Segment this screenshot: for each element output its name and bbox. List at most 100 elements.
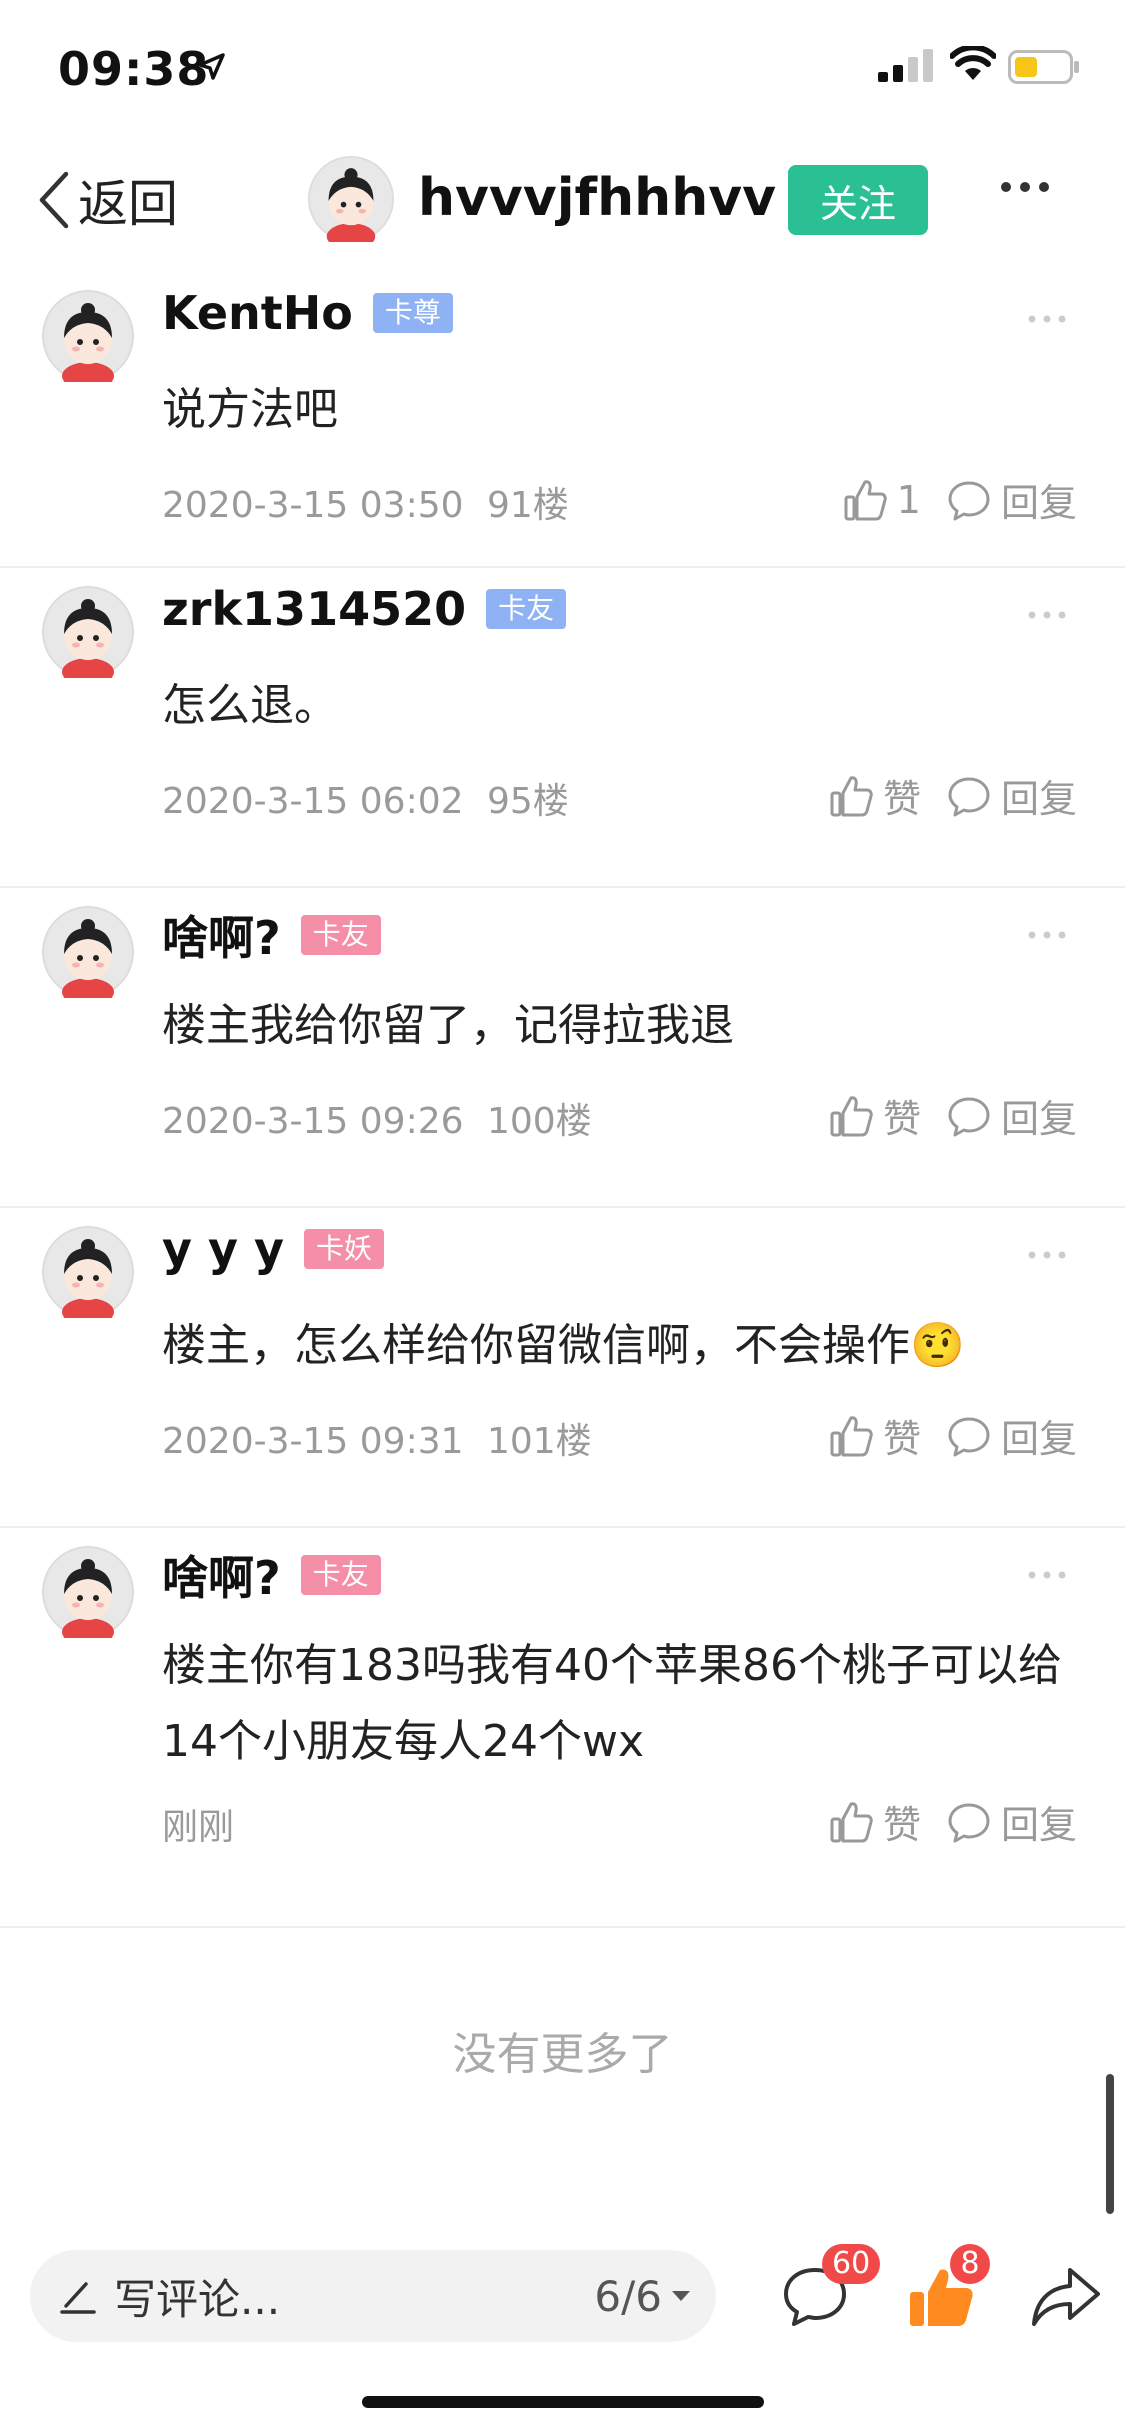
comment-meta: 2020-3-15 09:26 100楼 (162, 1092, 592, 1144)
follow-button[interactable]: 关注 (788, 165, 928, 235)
like-label: 赞 (882, 777, 921, 821)
like-button[interactable]: 赞 (829, 1794, 921, 1849)
more-icon[interactable] (1000, 180, 1050, 194)
comment-author[interactable]: y y y (162, 1222, 284, 1276)
like-button[interactable]: 赞 (829, 1088, 921, 1143)
reply-bubble-icon (948, 481, 990, 520)
comment-actions: 赞 回复 (803, 1794, 1077, 1849)
like-label: 赞 (882, 1417, 921, 1461)
wifi-icon (950, 46, 996, 80)
comment-actions: 赞 回复 (803, 1088, 1077, 1143)
comment-floor: 101楼 (486, 1421, 592, 1462)
reply-label: 回复 (1000, 1097, 1077, 1141)
comment-actions: 1 回复 (817, 472, 1077, 527)
reply-button[interactable]: 回复 (947, 768, 1077, 823)
no-more-label: 没有更多了 (452, 2029, 673, 2080)
comment-item[interactable]: KentHo 卡尊 说方法吧 2020-3-15 03:50 91楼 1 回复 (0, 270, 1125, 568)
reply-bubble-icon (948, 1803, 990, 1842)
comment-author[interactable]: zrk1314520 (162, 582, 466, 636)
caret-down-icon (672, 2291, 690, 2301)
avatar[interactable] (42, 586, 134, 686)
comment-header: 啥啊? 卡友 (162, 1542, 381, 1608)
thumbs-up-icon (830, 1801, 873, 1842)
user-level-badge: 卡友 (300, 1555, 381, 1595)
reply-button[interactable]: 回复 (947, 1408, 1077, 1463)
user-level-badge: 卡妖 (304, 1229, 385, 1269)
comment-time: 2020-3-15 09:26 (162, 1101, 464, 1142)
like-button[interactable]: 赞 (829, 1408, 921, 1463)
comment-more-icon[interactable] (1027, 314, 1067, 324)
comment-placeholder: 写评论... (114, 2274, 281, 2324)
reply-bubble-icon (948, 1097, 990, 1136)
battery-icon (1008, 50, 1079, 84)
scrollbar[interactable] (1106, 2074, 1114, 2214)
comment-meta: 刚刚 (162, 1798, 246, 1850)
like-label: 赞 (882, 1097, 921, 1141)
thumbs-up-icon (830, 1415, 873, 1456)
comment-meta: 2020-3-15 09:31 101楼 (162, 1412, 592, 1464)
comment-time: 刚刚 (162, 1807, 235, 1848)
comment-count-badge: 60 (822, 2244, 881, 2284)
thumbs-up-icon (830, 1095, 873, 1136)
share-button[interactable] (1030, 2264, 1102, 2330)
thumbs-up-icon (844, 479, 887, 520)
comment-item[interactable]: y y y 卡妖 楼主，怎么样给你留微信啊，不会操作🤨 2020-3-15 09… (0, 1206, 1125, 1528)
comment-header: y y y 卡妖 (162, 1222, 385, 1276)
comment-text: 楼主，怎么样给你留微信啊，不会操作🤨 (162, 1320, 965, 1371)
comment-item[interactable]: zrk1314520 卡友 怎么退。 2020-3-15 06:02 95楼 赞… (0, 566, 1125, 888)
chevron-left-icon (39, 171, 69, 229)
reply-button[interactable]: 回复 (947, 1088, 1077, 1143)
comment-header: zrk1314520 卡友 (162, 582, 567, 636)
comment-item[interactable]: 啥啊? 卡友 楼主你有183吗我有40个苹果86个桃子可以给14个小朋友每人24… (0, 1526, 1125, 1928)
comment-item[interactable]: 啥啊? 卡友 楼主我给你留了，记得拉我退 2020-3-15 09:26 100… (0, 886, 1125, 1208)
avatar[interactable] (308, 156, 394, 242)
avatar[interactable] (42, 906, 134, 1006)
cellular-signal-icon (878, 49, 933, 82)
page-indicator[interactable]: 6/6 (594, 2272, 692, 2321)
comment-floor: 95楼 (486, 781, 569, 822)
comment-author[interactable]: 啥啊? (162, 1542, 281, 1608)
like-count-badge: 8 (950, 2244, 990, 2284)
comment-text: 说方法吧 (162, 384, 338, 435)
back-button[interactable]: 返回 (36, 166, 178, 234)
comment-text: 楼主我给你留了，记得拉我退 (162, 1000, 734, 1051)
reply-button[interactable]: 回复 (947, 1794, 1077, 1849)
comment-author[interactable]: 啥啊? (162, 902, 281, 968)
like-label: 1 (896, 477, 921, 522)
avatar[interactable] (42, 1226, 134, 1326)
location-arrow-icon (198, 53, 225, 80)
share-arrow-icon (1032, 2268, 1100, 2326)
comment-actions: 赞 回复 (803, 768, 1077, 823)
pencil-icon (60, 2282, 96, 2314)
comment-input[interactable]: 写评论... 6/6 (30, 2250, 716, 2342)
like-post-button[interactable]: 8 (906, 2244, 990, 2332)
avatar[interactable] (42, 1546, 134, 1646)
avatar[interactable] (42, 290, 134, 390)
comment-header: 啥啊? 卡友 (162, 902, 381, 968)
comment-meta: 2020-3-15 06:02 95楼 (162, 772, 569, 824)
comments-button[interactable]: 60 (780, 2244, 881, 2332)
comment-author[interactable]: KentHo (162, 286, 353, 340)
status-time: 09:38 (58, 42, 210, 96)
bottom-bar: 写评论... 6/6 60 8 (0, 2240, 1125, 2370)
comment-more-icon[interactable] (1027, 930, 1067, 940)
comment-header: KentHo 卡尊 (162, 286, 453, 340)
reply-label: 回复 (1000, 777, 1077, 821)
comment-more-icon[interactable] (1027, 610, 1067, 620)
reply-button[interactable]: 回复 (947, 472, 1077, 527)
home-indicator[interactable] (362, 2396, 764, 2408)
reply-label: 回复 (1000, 481, 1077, 525)
back-label: 返回 (78, 175, 178, 233)
comment-text: 楼主你有183吗我有40个苹果86个桃子可以给14个小朋友每人24个wx (162, 1640, 1062, 1767)
user-level-badge: 卡友 (486, 589, 567, 629)
comment-more-icon[interactable] (1027, 1250, 1067, 1260)
reply-bubble-icon (948, 1417, 990, 1456)
comment-floor: 91楼 (486, 485, 569, 526)
like-button[interactable]: 1 (843, 478, 921, 522)
comment-more-icon[interactable] (1027, 1570, 1067, 1580)
user-level-badge: 卡尊 (372, 293, 453, 333)
like-button[interactable]: 赞 (829, 768, 921, 823)
reply-bubble-icon (948, 777, 990, 816)
comment-floor: 100楼 (486, 1101, 592, 1142)
page-title: hvvvjfhhhvv (418, 168, 777, 228)
